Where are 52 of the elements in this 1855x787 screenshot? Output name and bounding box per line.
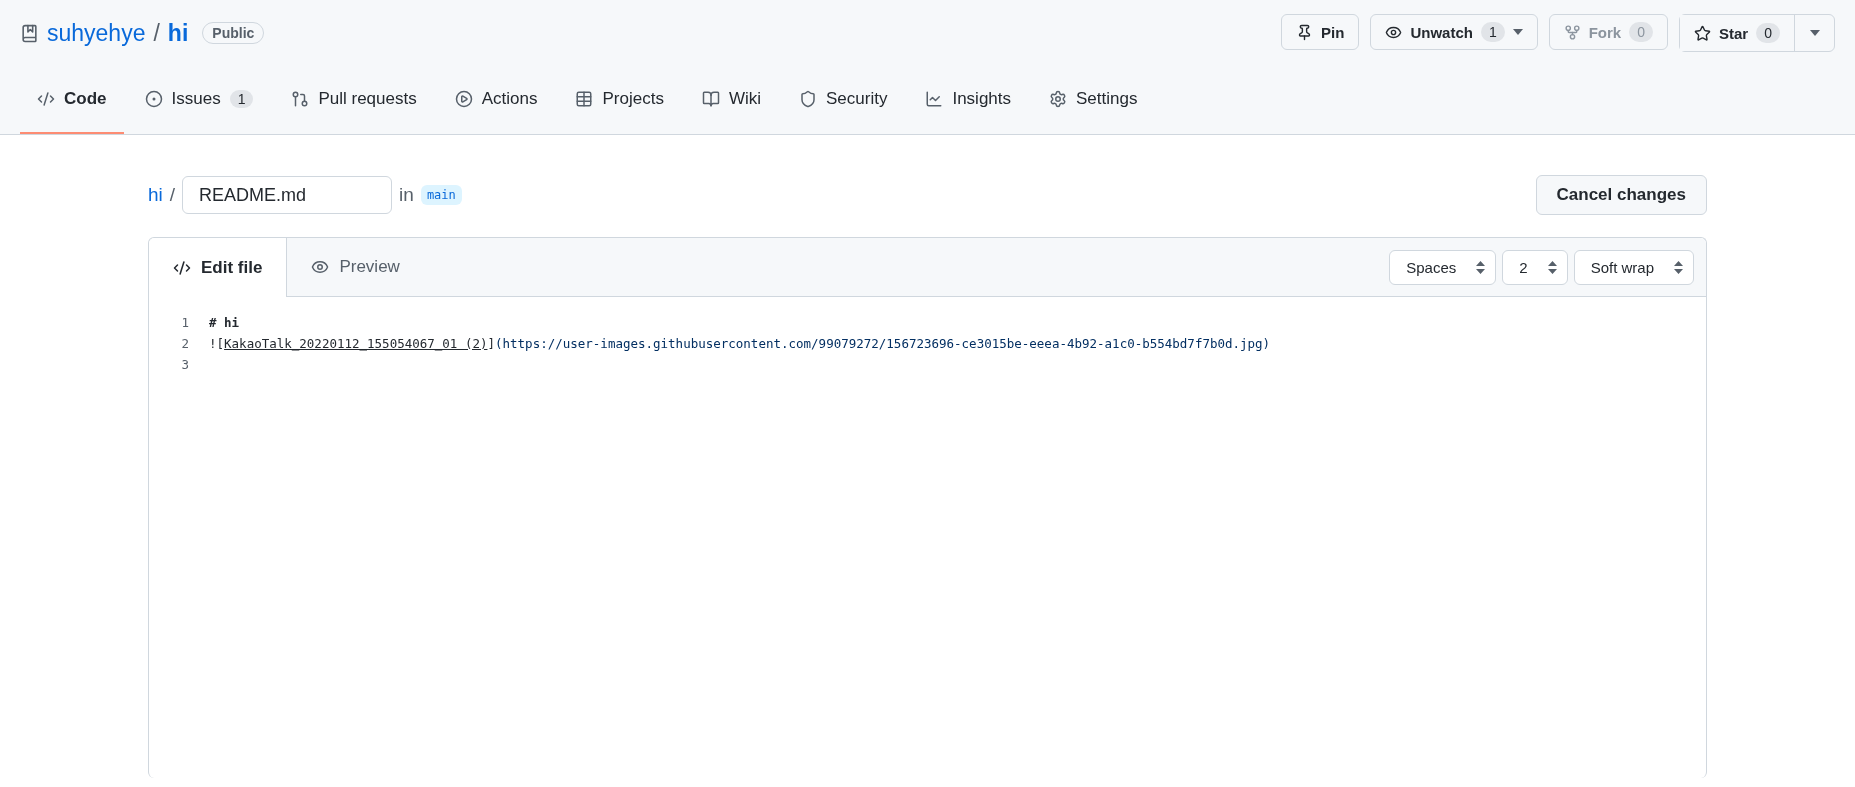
play-icon <box>454 90 473 108</box>
in-label: in <box>399 184 414 206</box>
path-separator: / <box>169 184 176 206</box>
count-badge: 1 <box>1480 22 1505 42</box>
editor-tab[interactable]: Preview <box>287 238 424 296</box>
count-badge: 0 <box>1629 22 1653 42</box>
star-icon <box>1694 24 1711 42</box>
circle-dot-icon <box>144 90 163 108</box>
select-field[interactable]: 2 <box>1502 249 1568 285</box>
nav-tab[interactable]: Code <box>20 66 124 134</box>
book-icon <box>701 90 720 108</box>
watch-button[interactable]: Unwatch 1 <box>1370 14 1538 50</box>
code-icon <box>173 258 191 277</box>
nav-tab[interactable]: Insights <box>908 66 1028 134</box>
sort-arrows-icon <box>1476 260 1486 274</box>
filename-field[interactable]: README.md <box>182 176 393 214</box>
nav-tab[interactable]: Settings <box>1032 66 1155 134</box>
nav-tab[interactable]: Pull requests <box>274 66 434 134</box>
graph-icon <box>925 90 944 108</box>
pin-button[interactable]: Pin <box>1281 14 1360 50</box>
sort-arrows-icon <box>1674 260 1683 274</box>
line-number: 3 <box>180 357 190 372</box>
shield-icon <box>799 90 817 108</box>
line-number: 2 <box>180 336 190 351</box>
caret-icon <box>1809 30 1820 36</box>
repo-name-link[interactable]: hi <box>167 19 189 47</box>
nav-tab[interactable]: Actions <box>437 66 555 134</box>
pull-request-icon <box>291 90 310 108</box>
nav-tab[interactable]: Security <box>782 66 905 134</box>
settings-icon <box>1049 90 1067 108</box>
line-number: 1 <box>180 315 190 330</box>
count-badge: 1 <box>229 90 254 108</box>
repo-icon <box>20 23 39 43</box>
count-badge: 0 <box>1756 23 1780 43</box>
select-field[interactable]: Soft wrap <box>1573 249 1694 285</box>
repo-owner-link[interactable]: suhyehye <box>47 19 146 47</box>
code-icon <box>37 90 55 108</box>
nav-tab[interactable]: Projects <box>558 66 681 134</box>
code-line: ![KakaoTalk_20220112_155054067_01 (2)](https://user-images.githubusercontent.com/99079272/156723696-ce3015be-eeea-4b92-a1c0-b554bd7f7b0d.jpg) <box>209 336 1271 351</box>
path-separator: / <box>153 19 160 47</box>
branch-label: main <box>420 185 462 205</box>
repo-link[interactable]: hi <box>148 184 163 206</box>
fork-icon <box>1563 23 1581 41</box>
table-icon <box>575 90 594 108</box>
code-line: # hi <box>209 315 240 330</box>
editor-tab[interactable]: Edit file <box>149 238 288 297</box>
select-field[interactable]: Spaces <box>1389 249 1497 285</box>
sort-arrows-icon <box>1547 260 1557 274</box>
nav-tab[interactable]: Wiki <box>684 66 778 134</box>
nav-tab[interactable]: Issues 1 <box>127 66 271 134</box>
eye-icon <box>311 258 330 276</box>
cancel-changes-button[interactable]: Cancel changes <box>1535 175 1707 215</box>
